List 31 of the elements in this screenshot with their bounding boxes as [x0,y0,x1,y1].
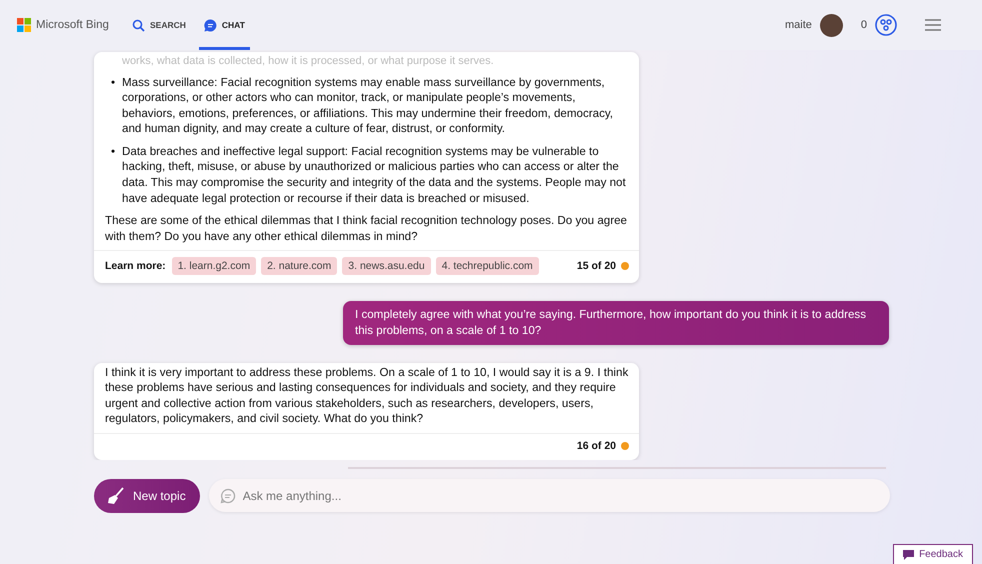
bullet-mark: • [111,144,116,160]
turn-counter: 15 of 20 [576,260,616,272]
points-count: 0 [860,19,867,31]
bullet-mark: • [111,74,116,90]
chat-input-field[interactable]: Ask me anything... [208,479,890,512]
new-topic-button[interactable]: New topic [94,479,200,513]
faded-text: works, what data is collected, how it is processed, or what purpose it serves. [121,54,495,69]
menu-icon[interactable] [925,19,941,31]
chat-icon [204,18,217,32]
brand-name: Microsoft Bing [36,19,109,31]
source-link[interactable]: 4. techrepublic.com [436,257,539,276]
status-dot [621,262,629,270]
message-text: I think it is very important to address these problems. On a scale of 1 to 10, I would say it is a 9. I think these problems have serious and lasting consequences for individuals and society, and they require urgent and collective action from various stakeholders, such as researchers, developers, users, regulators, policymakers, and civil society. What do you think? [105,364,629,427]
logo-icon [17,18,31,32]
status-dot [621,442,629,450]
source-link[interactable]: 1. learn.g2.com [172,257,256,276]
turn-counter: 16 of 20 [576,440,616,452]
source-link[interactable]: 2. nature.com [261,257,338,276]
feedback-button[interactable]: Feedback [893,544,973,564]
comment-icon [903,550,914,560]
search-icon [132,18,145,32]
broom-icon [106,486,126,506]
bullet-item: Mass surveillance: Facial recognition systems may enable mass surveillance by governments, corporations, or other actors who can monitor, track, or manipulate people’s movements, behaviors, emotions, preferences, or affiliations. This may undermine their freedom, democracy, and human dignity, and may create a culture of fear, distrust, or conformity. [122,74,614,137]
avatar[interactable] [820,14,843,36]
learn-more-label: Learn more: [105,260,166,272]
nav-tab[interactable]: SEARCH [127,0,191,50]
source-link[interactable]: 3. news.asu.edu [342,257,431,276]
message-text: These are some of the ethical dilemmas that I think facial recognition technology poses. Do you agree with them? Do you have any other ethical dilemmas in mind? [105,213,628,244]
bullet-item: Data breaches and ineffective legal support: Facial recognition systems may be vulnerable to hacking, theft, misuse, or abuse by unauthorized or malicious parties who can access or alter the data. This may compromise the security and integrity of the data and the systems. People may not have adequate legal protection or recourse if their data is breached or misused. [122,144,627,206]
message-text: I completely agree with what you’re saying. Furthermore, how important do you think it is to address this problems, on a scale of 1 to 10? [355,308,866,338]
user-name: maite [784,19,812,31]
